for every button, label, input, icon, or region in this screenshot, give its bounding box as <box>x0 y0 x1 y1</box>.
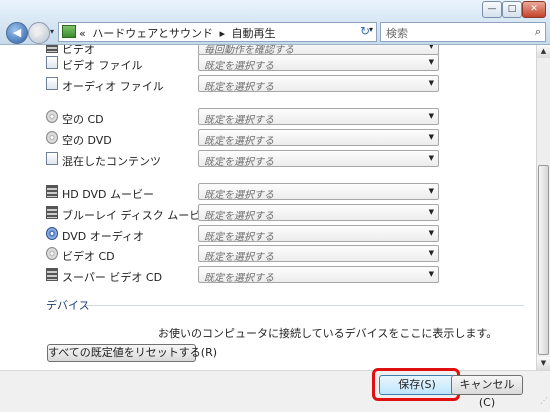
search-box[interactable]: 検索 ⌕ <box>380 22 546 42</box>
media-label: ビデオ ファイル <box>62 59 143 72</box>
breadcrumb-overflow-icon[interactable]: « <box>79 27 86 40</box>
disc-icon <box>46 131 58 144</box>
media-row: 混在したコンテンツ 既定を選択する ▼ <box>46 150 446 168</box>
file-icon <box>46 77 58 90</box>
select-value: 既定を選択する <box>204 82 274 93</box>
devices-heading: デバイス <box>46 299 90 312</box>
resize-grip-icon[interactable]: ⋰ <box>540 396 548 405</box>
control-panel-icon <box>62 25 76 38</box>
breadcrumb-separator-icon[interactable]: ▸ <box>220 27 226 40</box>
media-action-select[interactable]: 既定を選択する ▼ <box>198 150 439 168</box>
select-value: 既定を選択する <box>204 190 274 201</box>
media-row: ブルーレイ ディスク ムービー 既定を選択する ▼ <box>46 204 446 222</box>
refresh-icon[interactable]: ↻ <box>356 23 374 39</box>
dropdown-arrow-icon: ▼ <box>428 112 434 120</box>
media-label: スーパー ビデオ CD <box>62 271 163 284</box>
media-action-select[interactable]: 既定を選択する ▼ <box>198 108 439 126</box>
media-row: 空の CD 既定を選択する ▼ <box>46 108 446 126</box>
dropdown-arrow-icon: ▼ <box>428 154 434 162</box>
media-label: ブルーレイ ディスク ムービー <box>62 209 212 222</box>
dialog-footer: 保存(S) キャンセル(C) ⋰ <box>0 368 550 409</box>
dropdown-arrow-icon: ▼ <box>428 208 434 216</box>
navigation-bar: ◀ ▶ ▾ « ハードウェアとサウンド ▸ 自動再生 ▾ ↻ 検索 ⌕ <box>0 20 550 45</box>
media-row: スーパー ビデオ CD 既定を選択する ▼ <box>46 266 446 284</box>
dropdown-arrow-icon: ▼ <box>428 270 434 278</box>
forward-button[interactable]: ▶ <box>28 22 50 44</box>
dropdown-arrow-icon: ▼ <box>428 58 434 66</box>
media-label: 混在したコンテンツ <box>62 155 161 168</box>
save-button[interactable]: 保存(S) <box>379 375 455 395</box>
dropdown-arrow-icon: ▼ <box>428 45 434 50</box>
search-input[interactable]: 検索 <box>386 25 408 41</box>
recent-pages-dropdown-icon[interactable]: ▾ <box>50 27 54 36</box>
autoplay-settings-panel: ビデオ 毎回動作を確認する ▼ ビデオ ファイル 既定を選択する ▼ オーディオ… <box>0 45 536 370</box>
media-row: HD DVD ムービー 既定を選択する ▼ <box>46 183 446 201</box>
breadcrumb-autoplay[interactable]: 自動再生 <box>232 27 276 40</box>
dropdown-arrow-icon: ▼ <box>428 229 434 237</box>
dropdown-arrow-icon: ▼ <box>428 79 434 87</box>
disc-icon <box>46 247 58 260</box>
back-button[interactable]: ◀ <box>6 22 28 44</box>
media-action-select[interactable]: 既定を選択する ▼ <box>198 245 439 263</box>
select-value: 既定を選択する <box>204 115 274 126</box>
media-label: 空の DVD <box>62 134 112 147</box>
film-icon <box>46 45 58 53</box>
select-value: 既定を選択する <box>204 211 274 222</box>
media-action-select[interactable]: 既定を選択する ▼ <box>198 54 439 72</box>
breadcrumb: « ハードウェアとサウンド ▸ 自動再生 <box>79 25 279 41</box>
breadcrumb-hardware-sound[interactable]: ハードウェアとサウンド <box>92 27 213 40</box>
reset-defaults-button[interactable]: すべての既定値をリセットする(R) <box>47 344 217 362</box>
address-bar[interactable]: « ハードウェアとサウンド ▸ 自動再生 ▾ <box>58 22 377 42</box>
title-bar: — □ ✕ <box>0 0 550 20</box>
film-icon <box>46 206 58 219</box>
media-label: 空の CD <box>62 113 104 126</box>
scroll-down-icon[interactable]: ▼ <box>537 357 550 370</box>
vertical-scrollbar[interactable]: ▲ ▼ <box>536 45 550 370</box>
file-icon <box>46 152 58 165</box>
search-icon[interactable]: ⌕ <box>535 25 541 39</box>
media-action-select[interactable]: 既定を選択する ▼ <box>198 225 439 243</box>
dropdown-arrow-icon: ▼ <box>428 187 434 195</box>
media-action-select[interactable]: 既定を選択する ▼ <box>198 204 439 222</box>
select-value: 既定を選択する <box>204 273 274 284</box>
select-value: 既定を選択する <box>204 252 274 263</box>
scrollbar-thumb[interactable] <box>538 165 549 355</box>
media-label: HD DVD ムービー <box>62 188 155 201</box>
select-value: 既定を選択する <box>204 61 274 72</box>
disc-icon <box>46 110 58 123</box>
media-label: DVD オーディオ <box>62 230 144 243</box>
cancel-button[interactable]: キャンセル(C) <box>451 375 523 409</box>
scroll-up-icon[interactable]: ▲ <box>537 45 550 58</box>
media-row: ビデオ ファイル 既定を選択する ▼ <box>46 54 446 72</box>
media-row: ビデオ CD 既定を選択する ▼ <box>46 245 446 263</box>
select-value: 既定を選択する <box>204 232 274 243</box>
dvd-icon <box>46 227 58 240</box>
media-row: DVD オーディオ 既定を選択する ▼ <box>46 225 446 243</box>
close-button[interactable]: ✕ <box>522 1 546 18</box>
film-icon <box>46 268 58 281</box>
media-action-select[interactable]: 既定を選択する ▼ <box>198 266 439 284</box>
media-label: オーディオ ファイル <box>62 80 164 93</box>
media-row: オーディオ ファイル 既定を選択する ▼ <box>46 75 446 93</box>
dropdown-arrow-icon: ▼ <box>428 249 434 257</box>
media-action-select[interactable]: 既定を選択する ▼ <box>198 129 439 147</box>
media-row: 空の DVD 既定を選択する ▼ <box>46 129 446 147</box>
select-value: 既定を選択する <box>204 136 274 147</box>
film-icon <box>46 185 58 198</box>
devices-divider <box>86 305 524 306</box>
media-label: ビデオ CD <box>62 250 115 263</box>
file-icon <box>46 56 58 69</box>
media-action-select[interactable]: 既定を選択する ▼ <box>198 75 439 93</box>
media-action-select[interactable]: 既定を選択する ▼ <box>198 183 439 201</box>
minimize-button[interactable]: — <box>482 1 502 18</box>
devices-message: お使いのコンピュータに接続しているデバイスをここに表示します。 <box>158 327 498 340</box>
dropdown-arrow-icon: ▼ <box>428 133 434 141</box>
maximize-button[interactable]: □ <box>502 1 522 18</box>
select-value: 既定を選択する <box>204 157 274 168</box>
